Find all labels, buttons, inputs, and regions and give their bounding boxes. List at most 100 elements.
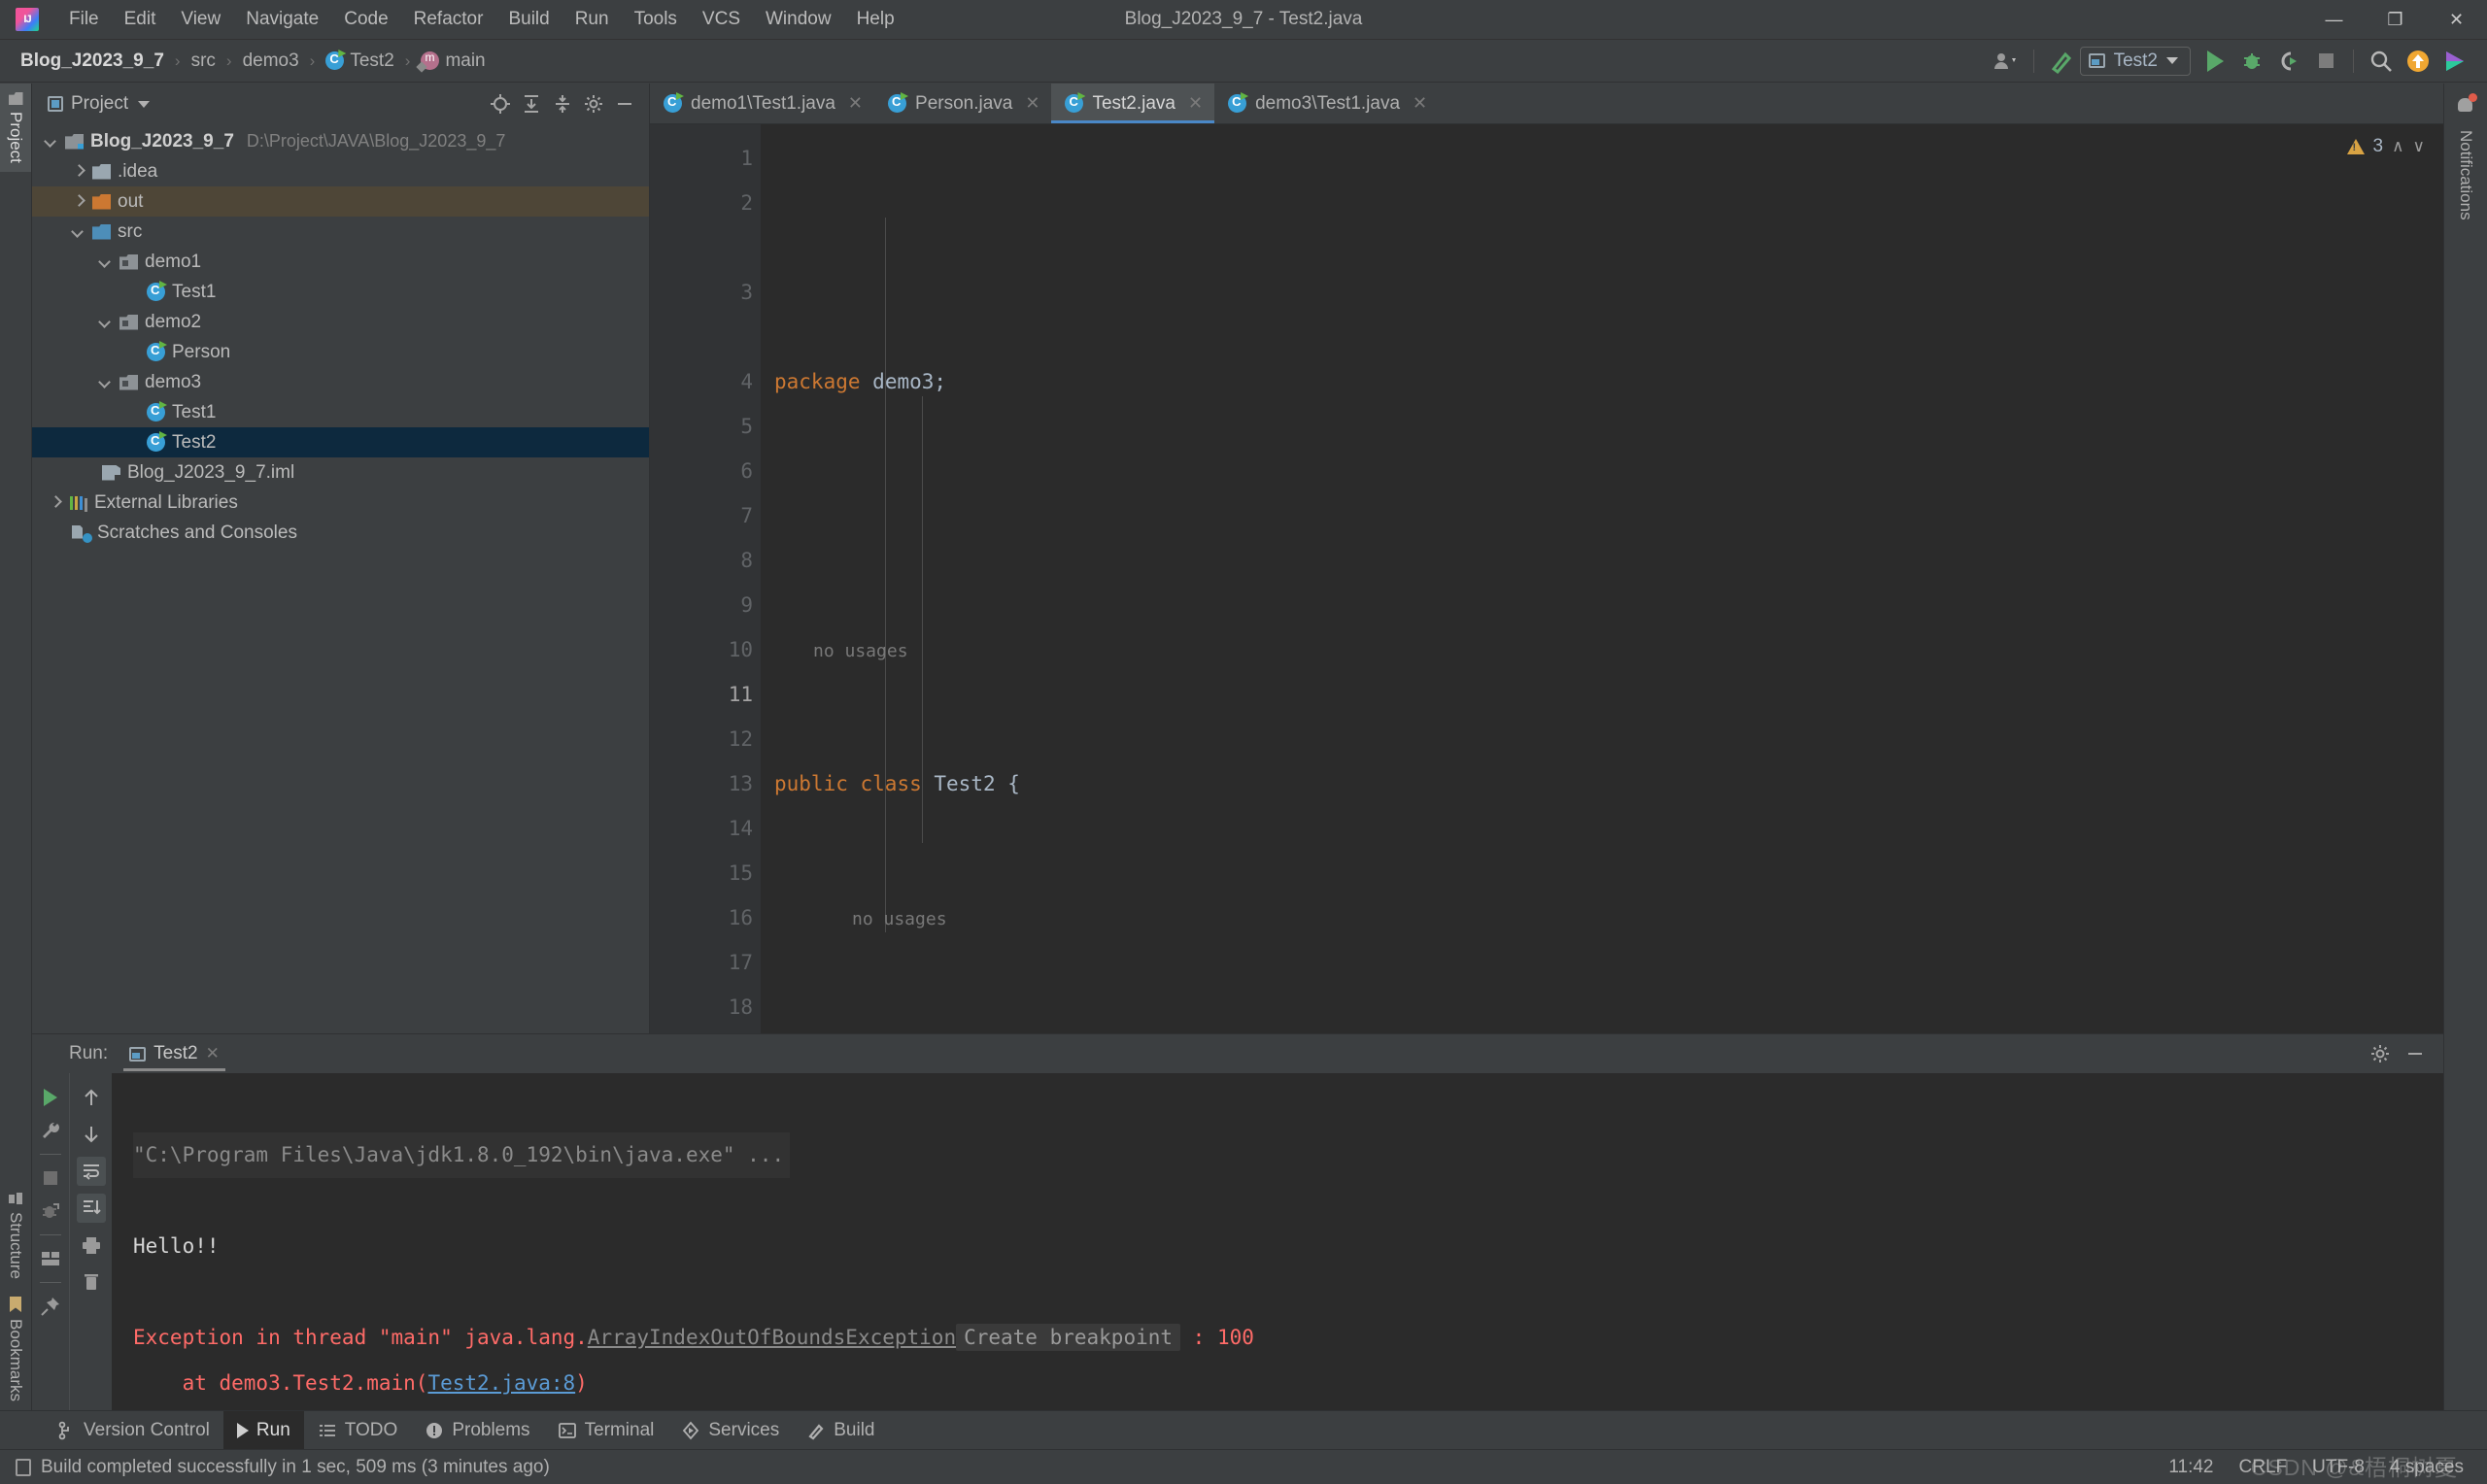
- chevron-down-icon[interactable]: [44, 134, 58, 149]
- tool-window-build[interactable]: Build: [793, 1411, 888, 1449]
- tool-window-todo[interactable]: TODO: [304, 1411, 412, 1449]
- tree-node-out[interactable]: out: [32, 186, 649, 217]
- debug-icon[interactable]: [2233, 44, 2270, 79]
- sidebar-item-notifications[interactable]: Notifications: [2452, 126, 2479, 224]
- tab-demo3-test1[interactable]: demo3\Test1.java ✕: [1214, 84, 1439, 123]
- sidebar-item-structure[interactable]: Structure: [0, 1184, 31, 1288]
- chevron-right-icon[interactable]: [71, 164, 85, 179]
- trash-icon[interactable]: [77, 1267, 106, 1297]
- pin-icon[interactable]: [36, 1292, 65, 1321]
- up-arrow-icon[interactable]: [77, 1083, 106, 1112]
- menu-view[interactable]: View: [168, 5, 233, 34]
- chevron-down-icon[interactable]: [98, 315, 113, 329]
- close-icon[interactable]: ✕: [1413, 93, 1427, 114]
- chevron-right-icon[interactable]: [71, 194, 85, 209]
- update-project-icon[interactable]: [2400, 44, 2436, 79]
- search-everywhere-icon[interactable]: [2363, 44, 2400, 79]
- tree-node-src[interactable]: src: [32, 217, 649, 247]
- tree-node-demo2[interactable]: demo2: [32, 307, 649, 337]
- menu-refactor[interactable]: Refactor: [401, 5, 496, 34]
- expand-all-icon[interactable]: [517, 89, 546, 118]
- settings-gear-icon[interactable]: [2366, 1039, 2395, 1068]
- tool-window-run[interactable]: Run: [222, 1411, 304, 1449]
- status-line-separator[interactable]: CRLF: [2239, 1457, 2288, 1478]
- tool-window-version-control[interactable]: Version Control: [43, 1411, 223, 1449]
- soft-wrap-icon[interactable]: [76, 1157, 106, 1186]
- close-icon[interactable]: ✕: [1188, 93, 1203, 114]
- tree-node-demo3[interactable]: demo3: [32, 367, 649, 397]
- tree-node-demo1-test1[interactable]: Test1: [32, 277, 649, 307]
- sidebar-item-project[interactable]: Project: [0, 84, 31, 172]
- prev-problem-icon[interactable]: ∧: [2392, 137, 2403, 156]
- settings-gear-icon[interactable]: [579, 89, 608, 118]
- tree-node-external-libraries[interactable]: External Libraries: [32, 488, 649, 518]
- wrench-settings-icon[interactable]: [36, 1116, 65, 1145]
- stacktrace-link[interactable]: Test2.java:8: [427, 1371, 575, 1395]
- run-with-coverage-icon[interactable]: [2270, 44, 2307, 79]
- menu-vcs[interactable]: VCS: [690, 5, 753, 34]
- tree-node-idea[interactable]: .idea: [32, 156, 649, 186]
- tab-test2[interactable]: Test2.java ✕: [1051, 84, 1215, 123]
- rerun-icon[interactable]: [36, 1083, 65, 1112]
- layout-icon[interactable]: [36, 1244, 65, 1273]
- chevron-down-icon[interactable]: [98, 375, 113, 389]
- breadcrumb-item-project[interactable]: Blog_J2023_9_7: [16, 49, 169, 74]
- tree-node-demo1[interactable]: demo1: [32, 247, 649, 277]
- minimize-button[interactable]: —: [2303, 0, 2365, 39]
- menu-code[interactable]: Code: [331, 5, 400, 34]
- status-encoding[interactable]: UTF-8: [2312, 1457, 2365, 1478]
- menu-run[interactable]: Run: [562, 5, 622, 34]
- tool-window-problems[interactable]: Problems: [411, 1411, 543, 1449]
- sidebar-item-bookmarks[interactable]: Bookmarks: [0, 1288, 31, 1410]
- close-icon[interactable]: ✕: [848, 93, 863, 114]
- locate-icon[interactable]: [486, 89, 515, 118]
- breadcrumb-item-main[interactable]: main: [416, 49, 490, 74]
- tree-node-person[interactable]: Person: [32, 337, 649, 367]
- tab-demo1-test1[interactable]: demo1\Test1.java ✕: [650, 84, 874, 123]
- run-session-tab[interactable]: Test2 ✕: [119, 1036, 229, 1071]
- tree-node-scratches[interactable]: Scratches and Consoles: [32, 518, 649, 548]
- tree-node-iml[interactable]: Blog_J2023_9_7.iml: [32, 457, 649, 488]
- tool-window-terminal[interactable]: Terminal: [544, 1411, 668, 1449]
- menu-navigate[interactable]: Navigate: [233, 5, 331, 34]
- console-output[interactable]: "C:\Program Files\Java\jdk1.8.0_192\bin\…: [112, 1073, 2443, 1410]
- close-icon[interactable]: ✕: [1025, 93, 1039, 114]
- create-breakpoint-link[interactable]: Create breakpoint: [956, 1324, 1181, 1351]
- status-indent[interactable]: 4 spaces: [2390, 1457, 2464, 1478]
- build-hammer-icon[interactable]: [2043, 44, 2080, 79]
- hide-icon[interactable]: [2401, 1039, 2430, 1068]
- hide-icon[interactable]: [610, 89, 639, 118]
- chevron-right-icon[interactable]: [48, 495, 62, 510]
- debug-attach-icon[interactable]: [36, 1197, 65, 1226]
- next-problem-icon[interactable]: ∨: [2413, 137, 2425, 156]
- tree-node-demo3-test1[interactable]: Test1: [32, 397, 649, 427]
- breadcrumb-item-test2[interactable]: Test2: [321, 49, 398, 74]
- menu-file[interactable]: File: [56, 5, 112, 34]
- chevron-down-icon[interactable]: [71, 224, 85, 239]
- account-icon[interactable]: [1988, 44, 2025, 79]
- stop-icon[interactable]: [36, 1164, 65, 1193]
- scroll-to-end-icon[interactable]: [76, 1194, 106, 1223]
- notification-bell-icon[interactable]: [2455, 93, 2477, 117]
- tree-node-demo3-test2[interactable]: Test2: [32, 427, 649, 457]
- chevron-down-icon[interactable]: [98, 254, 113, 269]
- run-configuration-selector[interactable]: Test2: [2079, 46, 2191, 76]
- stop-icon[interactable]: [2307, 44, 2344, 79]
- breadcrumb-item-src[interactable]: src: [187, 49, 221, 74]
- tree-node-project-root[interactable]: Blog_J2023_9_7 D:\Project\JAVA\Blog_J202…: [32, 126, 649, 156]
- chevron-down-icon[interactable]: [138, 100, 151, 108]
- collapse-all-icon[interactable]: [548, 89, 577, 118]
- print-icon[interactable]: [77, 1231, 106, 1260]
- breadcrumb-item-demo3[interactable]: demo3: [238, 49, 304, 74]
- menu-tools[interactable]: Tools: [622, 5, 690, 34]
- ide-feature-icon[interactable]: [2436, 44, 2473, 79]
- tool-window-services[interactable]: Services: [667, 1411, 793, 1449]
- menu-build[interactable]: Build: [495, 5, 562, 34]
- tab-person[interactable]: Person.java ✕: [874, 84, 1051, 123]
- menu-edit[interactable]: Edit: [112, 5, 169, 34]
- down-arrow-icon[interactable]: [77, 1120, 106, 1149]
- close-button[interactable]: ✕: [2426, 0, 2487, 39]
- menu-window[interactable]: Window: [753, 5, 844, 34]
- run-icon[interactable]: [2197, 44, 2233, 79]
- close-icon[interactable]: ✕: [206, 1044, 220, 1063]
